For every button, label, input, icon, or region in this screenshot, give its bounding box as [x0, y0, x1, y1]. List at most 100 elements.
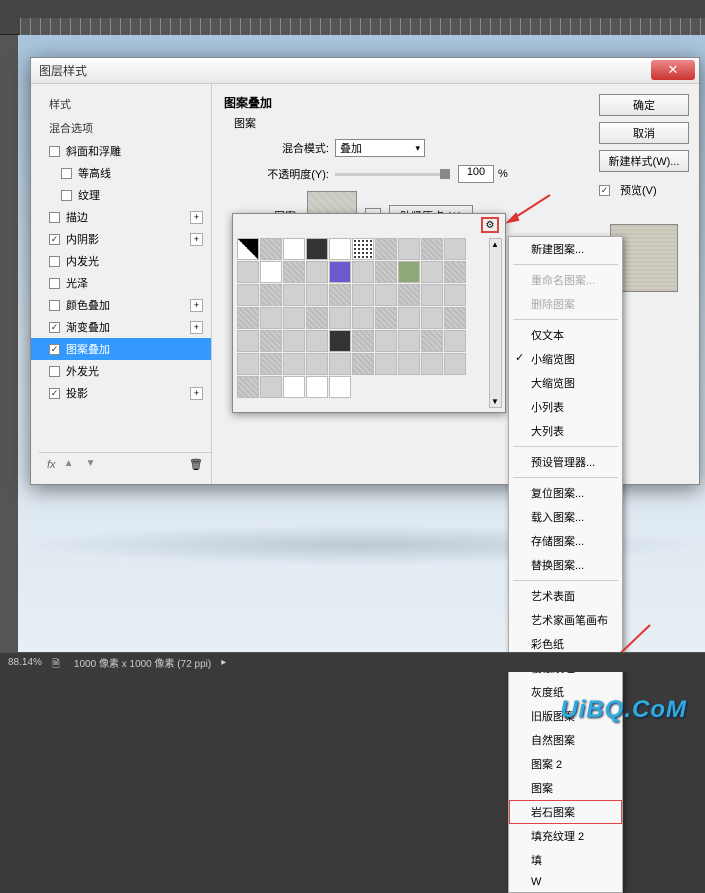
pattern-cell[interactable] [352, 261, 374, 283]
pattern-cell[interactable] [237, 307, 259, 329]
checkbox[interactable] [49, 366, 60, 377]
expand-icon[interactable]: + [190, 321, 203, 334]
pattern-cell[interactable] [306, 261, 328, 283]
pattern-cell[interactable] [260, 238, 282, 260]
pattern-cell[interactable] [421, 353, 443, 375]
style-stroke[interactable]: 描边+ [31, 206, 211, 228]
pattern-cell[interactable] [352, 284, 374, 306]
pattern-cell[interactable] [329, 284, 351, 306]
pattern-cell[interactable] [375, 353, 397, 375]
pattern-cell[interactable] [306, 284, 328, 306]
move-down-icon[interactable]: ▼ [86, 458, 100, 472]
pattern-cell[interactable] [375, 261, 397, 283]
new-style-button[interactable]: 新建样式(W)... [599, 150, 689, 172]
menu-fill[interactable]: 填 [509, 848, 622, 872]
pattern-cell[interactable] [444, 261, 466, 283]
pattern-cell[interactable] [237, 376, 259, 398]
pattern-cell[interactable] [352, 330, 374, 352]
pattern-cell[interactable] [237, 261, 259, 283]
preview-checkbox-row[interactable]: 预览(V) [599, 182, 689, 198]
pattern-cell[interactable] [375, 307, 397, 329]
style-outer-glow[interactable]: 外发光 [31, 360, 211, 382]
pattern-cell[interactable] [329, 261, 351, 283]
pattern-cell[interactable] [260, 307, 282, 329]
pattern-cell[interactable] [260, 376, 282, 398]
pattern-cell[interactable] [375, 284, 397, 306]
pattern-cell[interactable] [352, 353, 374, 375]
pattern-cell[interactable] [398, 330, 420, 352]
opacity-input[interactable]: 100 [458, 165, 494, 183]
style-pattern-overlay[interactable]: 图案叠加 [31, 338, 211, 360]
pattern-cell[interactable] [421, 330, 443, 352]
pattern-cell[interactable] [398, 238, 420, 260]
pattern-cell[interactable] [444, 353, 466, 375]
pattern-grid[interactable] [233, 236, 505, 408]
menu-text-only[interactable]: 仅文本 [509, 323, 622, 347]
menu-rock-pattern[interactable]: 岩石图案 [509, 800, 622, 824]
pattern-cell[interactable] [398, 284, 420, 306]
expand-icon[interactable]: + [190, 299, 203, 312]
style-inner-glow[interactable]: 内发光 [31, 250, 211, 272]
checkbox[interactable] [49, 300, 60, 311]
menu-small-list[interactable]: 小列表 [509, 395, 622, 419]
blend-mode-select[interactable]: 叠加 [335, 139, 425, 157]
pattern-cell[interactable] [421, 284, 443, 306]
move-up-icon[interactable]: ▲ [64, 458, 78, 472]
pattern-cell[interactable] [283, 238, 305, 260]
zoom-level[interactable]: 88.14% [8, 657, 42, 668]
style-texture[interactable]: 纹理 [31, 184, 211, 206]
close-button[interactable]: ✕ [651, 60, 695, 80]
pattern-cell[interactable] [375, 330, 397, 352]
menu-pattern2[interactable]: 图案 2 [509, 752, 622, 776]
style-bevel[interactable]: 斜面和浮雕 [31, 140, 211, 162]
pattern-cell[interactable] [237, 330, 259, 352]
menu-load[interactable]: 载入图案... [509, 505, 622, 529]
styles-header[interactable]: 样式 [31, 92, 211, 116]
pattern-cell[interactable] [352, 307, 374, 329]
menu-fill2[interactable]: 填充纹理 2 [509, 824, 622, 848]
pattern-cell[interactable] [329, 238, 351, 260]
checkbox[interactable] [61, 168, 72, 179]
menu-save[interactable]: 存储图案... [509, 529, 622, 553]
checkbox[interactable] [49, 146, 60, 157]
dialog-titlebar[interactable]: 图层样式 ✕ [31, 58, 699, 84]
fx-label[interactable]: fx [47, 459, 56, 471]
checkbox[interactable] [49, 234, 60, 245]
menu-web[interactable]: W [509, 872, 622, 892]
pattern-cell[interactable] [260, 330, 282, 352]
pattern-cell[interactable] [398, 307, 420, 329]
checkbox[interactable] [49, 212, 60, 223]
pattern-cell[interactable] [421, 261, 443, 283]
menu-pattern[interactable]: 图案 [509, 776, 622, 800]
chevron-right-icon[interactable]: ▸ [221, 657, 226, 668]
pattern-cell[interactable] [375, 238, 397, 260]
style-satin[interactable]: 光泽 [31, 272, 211, 294]
pattern-cell[interactable] [398, 353, 420, 375]
expand-icon[interactable]: + [190, 387, 203, 400]
pattern-cell[interactable] [283, 307, 305, 329]
pattern-cell[interactable] [260, 353, 282, 375]
pattern-cell[interactable] [237, 353, 259, 375]
style-drop-shadow[interactable]: 投影+ [31, 382, 211, 404]
style-inner-shadow[interactable]: 内阴影+ [31, 228, 211, 250]
checkbox[interactable] [49, 256, 60, 267]
pattern-cell[interactable] [260, 261, 282, 283]
ok-button[interactable]: 确定 [599, 94, 689, 116]
style-contour[interactable]: 等高线 [31, 162, 211, 184]
pattern-cell[interactable] [237, 284, 259, 306]
style-color-overlay[interactable]: 颜色叠加+ [31, 294, 211, 316]
pattern-cell[interactable] [306, 353, 328, 375]
checkbox[interactable] [49, 388, 60, 399]
pattern-cell[interactable] [444, 307, 466, 329]
pattern-cell[interactable] [421, 238, 443, 260]
pattern-cell[interactable] [352, 238, 374, 260]
checkbox[interactable] [61, 190, 72, 201]
pattern-cell[interactable] [329, 353, 351, 375]
pattern-cell[interactable] [329, 307, 351, 329]
expand-icon[interactable]: + [190, 233, 203, 246]
menu-new-pattern[interactable]: 新建图案... [509, 237, 622, 261]
expand-icon[interactable]: + [190, 211, 203, 224]
pattern-cell[interactable] [283, 284, 305, 306]
menu-preset-mgr[interactable]: 预设管理器... [509, 450, 622, 474]
pattern-cell[interactable] [329, 376, 351, 398]
